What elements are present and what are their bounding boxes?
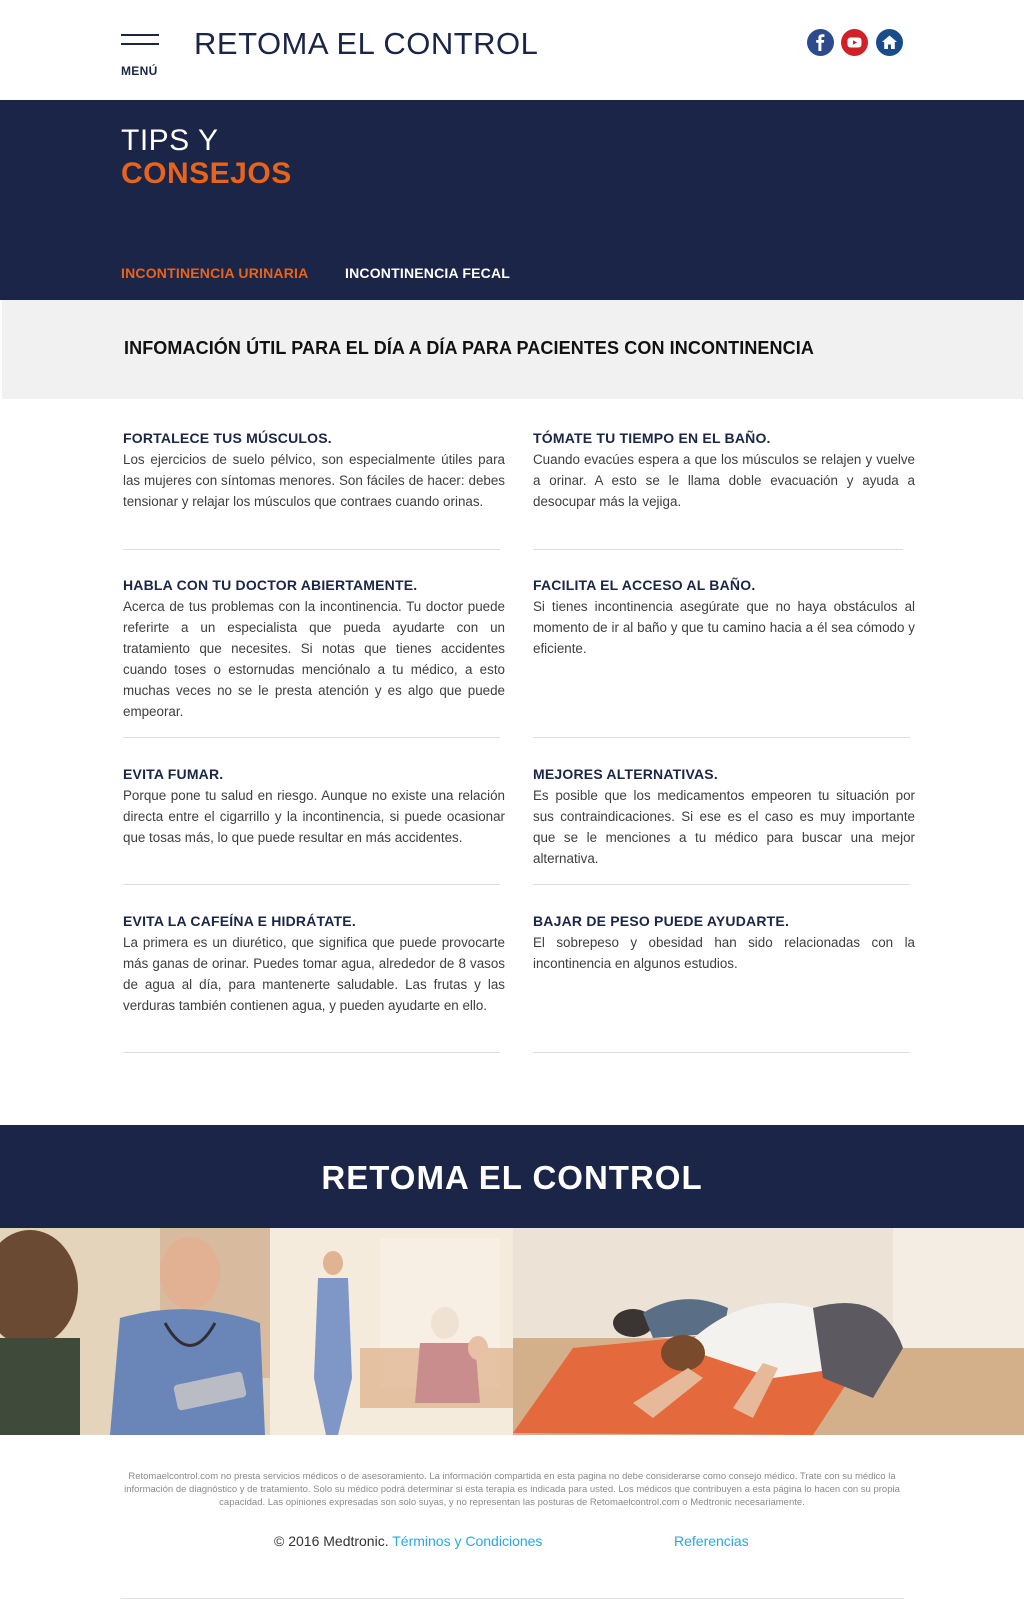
youtube-icon[interactable] bbox=[841, 29, 868, 56]
tip-item: HABLA CON TU DOCTOR ABIERTAMENTE. Acerca… bbox=[123, 576, 505, 722]
tip-text: Cuando evacúes espera a que los músculos… bbox=[533, 452, 915, 509]
hamburger-icon-bar bbox=[121, 43, 159, 45]
tip-item: BAJAR DE PESO PUEDE AYUDARTE. El sobrepe… bbox=[533, 912, 915, 974]
menu-button[interactable]: MENÚ bbox=[121, 34, 161, 80]
home-icon[interactable] bbox=[876, 29, 903, 56]
tip-title: FORTALECE TUS MÚSCULOS. bbox=[123, 430, 332, 446]
tip-text: Es posible que los medicamentos empeoren… bbox=[533, 788, 915, 866]
tip-title: EVITA FUMAR. bbox=[123, 766, 224, 782]
tab-incontinencia-fecal[interactable]: INCONTINENCIA FECAL bbox=[345, 265, 510, 281]
tip-title: MEJORES ALTERNATIVAS. bbox=[533, 766, 718, 782]
tip-item: EVITA FUMAR. Porque pone tu salud en rie… bbox=[123, 765, 505, 848]
site-brand[interactable]: RETOMA EL CONTROL bbox=[194, 26, 538, 62]
hero-title-line1: TIPS Y bbox=[121, 124, 219, 157]
footer-divider bbox=[121, 1598, 904, 1599]
divider bbox=[533, 1052, 910, 1053]
divider bbox=[123, 884, 500, 885]
tab-incontinencia-urinaria[interactable]: INCONTINENCIA URINARIA bbox=[121, 265, 308, 281]
tip-text: Los ejercicios de suelo pélvico, son esp… bbox=[123, 452, 505, 509]
tip-item: TÓMATE TU TIEMPO EN EL BAÑO. Cuando evac… bbox=[533, 429, 915, 512]
tip-text: Acerca de tus problemas con la incontine… bbox=[123, 599, 505, 719]
references-link[interactable]: Referencias bbox=[674, 1533, 749, 1549]
tip-title: TÓMATE TU TIEMPO EN EL BAÑO. bbox=[533, 430, 771, 446]
divider bbox=[123, 549, 500, 550]
divider bbox=[533, 549, 903, 550]
site-header: MENÚ RETOMA EL CONTROL bbox=[0, 0, 1024, 100]
doctor-consultation-photo bbox=[0, 1228, 513, 1435]
tip-text: El sobrepeso y obesidad han sido relacio… bbox=[533, 935, 915, 971]
facebook-icon[interactable] bbox=[807, 29, 834, 56]
divider bbox=[123, 1052, 500, 1053]
tip-title: FACILITA EL ACCESO AL BAÑO. bbox=[533, 577, 756, 593]
yoga-exercise-photo bbox=[513, 1228, 1024, 1435]
footer-banner-title: RETOMA EL CONTROL bbox=[321, 1159, 703, 1196]
hero-title-line2: CONSEJOS bbox=[121, 157, 292, 190]
tip-title: HABLA CON TU DOCTOR ABIERTAMENTE. bbox=[123, 577, 418, 593]
copyright-text: © 2016 Medtronic. bbox=[274, 1533, 389, 1549]
hero-section: TIPS Y CONSEJOS INCONTINENCIA URINARIA I… bbox=[0, 100, 1024, 300]
tip-text: Porque pone tu salud en riesgo. Aunque n… bbox=[123, 788, 505, 845]
copyright-line: © 2016 Medtronic. Términos y Condiciones bbox=[274, 1533, 542, 1549]
section-title: INFOMACIÓN ÚTIL PARA EL DÍA A DÍA PARA P… bbox=[124, 338, 814, 358]
info-band: INFOMACIÓN ÚTIL PARA EL DÍA A DÍA PARA P… bbox=[2, 300, 1023, 399]
footer-banner: RETOMA EL CONTROL bbox=[0, 1125, 1024, 1228]
terms-link[interactable]: Términos y Condiciones bbox=[392, 1533, 542, 1549]
legal-disclaimer: Retomaelcontrol.com no presta servicios … bbox=[124, 1471, 900, 1508]
divider bbox=[533, 884, 910, 885]
menu-label: MENÚ bbox=[121, 64, 158, 78]
tip-title: EVITA LA CAFEÍNA E HIDRÁTATE. bbox=[123, 913, 356, 929]
tip-text: La primera es un diurético, que signific… bbox=[123, 935, 505, 1013]
divider bbox=[533, 737, 910, 738]
hamburger-icon-bar bbox=[121, 34, 159, 36]
tip-item: FORTALECE TUS MÚSCULOS. Los ejercicios d… bbox=[123, 429, 505, 512]
divider bbox=[123, 737, 500, 738]
tip-text: Si tienes incontinencia asegúrate que no… bbox=[533, 599, 915, 656]
tip-item: FACILITA EL ACCESO AL BAÑO. Si tienes in… bbox=[533, 576, 915, 659]
tip-item: MEJORES ALTERNATIVAS. Es posible que los… bbox=[533, 765, 915, 869]
tip-item: EVITA LA CAFEÍNA E HIDRÁTATE. La primera… bbox=[123, 912, 505, 1016]
tip-title: BAJAR DE PESO PUEDE AYUDARTE. bbox=[533, 913, 790, 929]
